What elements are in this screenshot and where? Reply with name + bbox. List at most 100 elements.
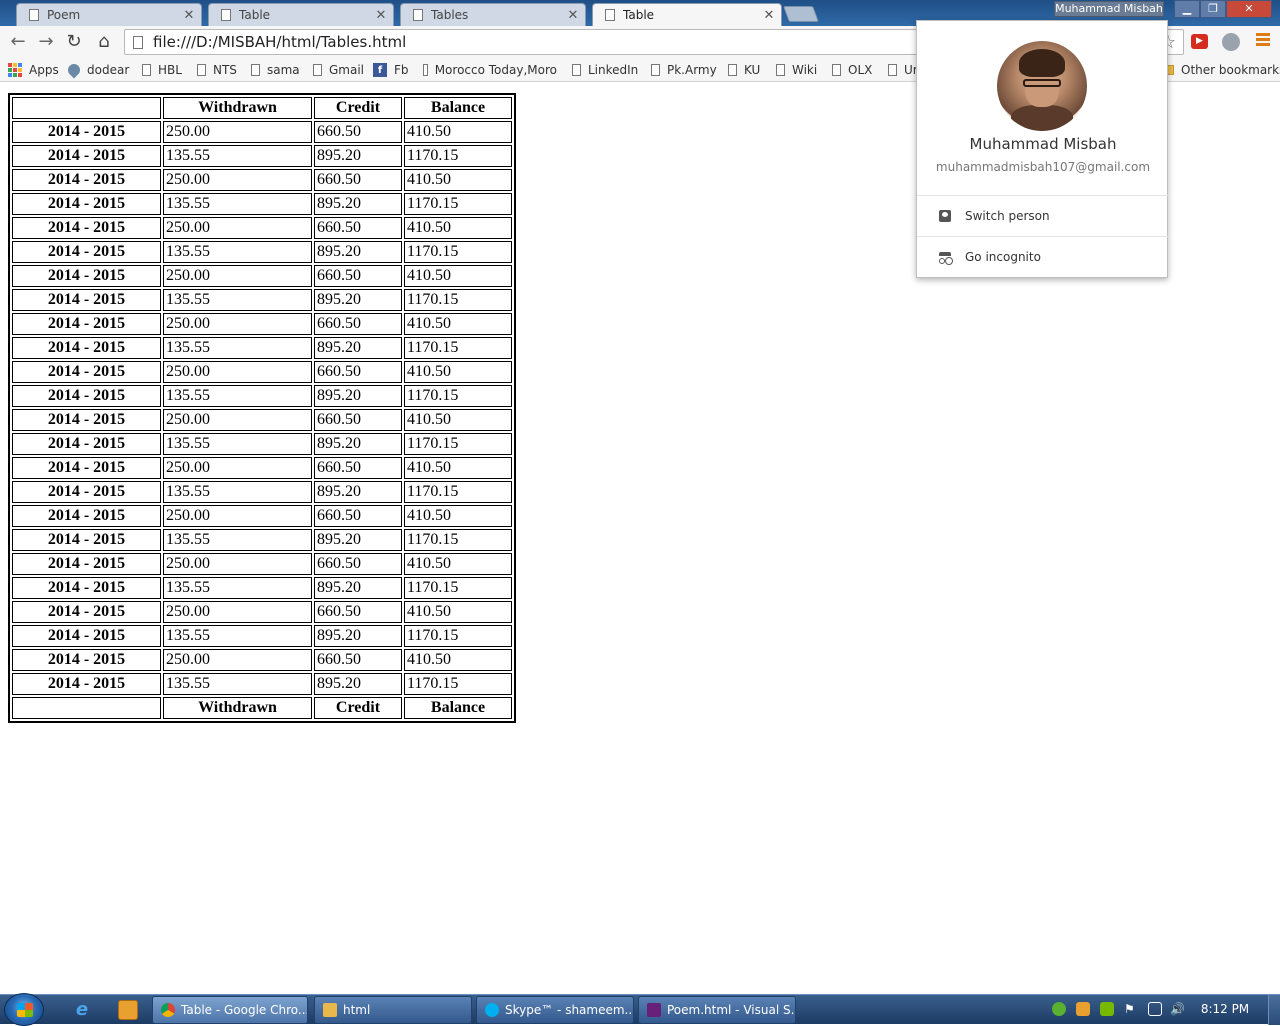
- taskbar-item-visual-studio[interactable]: Poem.html - Visual S...: [638, 996, 796, 1024]
- internet-explorer-icon[interactable]: e: [72, 1000, 92, 1020]
- bookmark-hbl[interactable]: HBL: [142, 62, 182, 78]
- bookmark-wiki[interactable]: Wiki: [776, 62, 817, 78]
- value-cell: 660.50: [314, 169, 402, 191]
- bookmark-label: HBL: [158, 63, 182, 77]
- tab-table[interactable]: Table ✕: [208, 3, 394, 26]
- bookmark-label: Other bookmarks: [1181, 63, 1280, 77]
- close-icon[interactable]: ✕: [181, 8, 197, 23]
- taskbar-item-skype[interactable]: Skype™ - shameem....: [476, 996, 634, 1024]
- switch-person-item[interactable]: Switch person: [917, 196, 1169, 236]
- taskbar-item-chrome[interactable]: Table - Google Chro...: [152, 996, 308, 1024]
- other-bookmarks[interactable]: Other bookmarks: [1162, 62, 1280, 78]
- page-icon: [413, 9, 423, 21]
- page-icon: [423, 64, 428, 76]
- tray-nvidia-icon[interactable]: [1100, 1002, 1114, 1016]
- value-cell: 660.50: [314, 601, 402, 623]
- start-button[interactable]: [4, 993, 44, 1026]
- bookmark-sama[interactable]: sama: [251, 62, 300, 78]
- bookmark-dodear[interactable]: dodear: [65, 61, 130, 79]
- bookmark-olx[interactable]: OLX: [832, 62, 872, 78]
- value-cell: 1170.15: [404, 529, 512, 551]
- tab-label: Table: [623, 8, 655, 22]
- bookmark-ur[interactable]: Ur: [888, 62, 918, 78]
- bookmark-morocco[interactable]: Morocco Today,Moro: [423, 62, 557, 78]
- media-player-icon[interactable]: [118, 1000, 138, 1020]
- period-cell: 2014 - 2015: [12, 625, 161, 647]
- profile-menu: Muhammad Misbah muhammadmisbah107@gmail.…: [916, 20, 1169, 278]
- table-row: 2014 - 2015 250.00 660.50 410.50: [12, 361, 512, 383]
- table-header: Balance: [404, 97, 512, 119]
- tray-volume-icon[interactable]: 🔊: [1170, 1002, 1185, 1016]
- close-icon[interactable]: ✕: [373, 8, 389, 23]
- tab-poem[interactable]: Poem ✕: [16, 3, 202, 26]
- system-clock[interactable]: 8:12 PM: [1192, 1002, 1258, 1016]
- tray-flag-icon[interactable]: ⚑: [1124, 1002, 1138, 1016]
- new-tab-button[interactable]: [783, 6, 819, 22]
- value-cell: 1170.15: [404, 625, 512, 647]
- youtube-extension-icon[interactable]: ▶: [1191, 34, 1208, 49]
- value-cell: 410.50: [404, 553, 512, 575]
- value-cell: 410.50: [404, 457, 512, 479]
- page-icon: [313, 64, 322, 76]
- value-cell: 250.00: [163, 457, 312, 479]
- bookmark-apps[interactable]: Apps: [8, 62, 59, 78]
- close-window-button[interactable]: ✕: [1226, 0, 1272, 18]
- close-icon[interactable]: ✕: [565, 8, 581, 23]
- tab-table-active[interactable]: Table ✕: [592, 3, 782, 26]
- value-cell: 1170.15: [404, 337, 512, 359]
- page-icon: [29, 9, 39, 21]
- period-cell: 2014 - 2015: [12, 121, 161, 143]
- value-cell: 250.00: [163, 313, 312, 335]
- table-row: 2014 - 2015 135.55 895.20 1170.15: [12, 385, 512, 407]
- bookmark-nts[interactable]: NTS: [197, 62, 237, 78]
- bookmark-pkarmy[interactable]: Pk.Army: [651, 62, 717, 78]
- show-desktop-button[interactable]: [1268, 995, 1280, 1025]
- taskbar-item-label: Skype™ - shameem....: [505, 1003, 634, 1017]
- page-icon: [221, 9, 231, 21]
- value-cell: 660.50: [314, 457, 402, 479]
- profile-name: Muhammad Misbah: [969, 135, 1117, 153]
- value-cell: 410.50: [404, 121, 512, 143]
- value-cell: 410.50: [404, 409, 512, 431]
- close-icon[interactable]: ✕: [761, 8, 777, 23]
- tray-security-icon[interactable]: [1076, 1002, 1090, 1016]
- table-header: Credit: [314, 97, 402, 119]
- tray-network-icon[interactable]: [1148, 1002, 1162, 1016]
- table-row: 2014 - 2015 250.00 660.50 410.50: [12, 313, 512, 335]
- table-header-row: Withdrawn Credit Balance: [12, 97, 512, 119]
- period-cell: 2014 - 2015: [12, 193, 161, 215]
- period-cell: 2014 - 2015: [12, 673, 161, 695]
- page-icon: [572, 64, 581, 76]
- period-cell: 2014 - 2015: [12, 241, 161, 263]
- bookmark-label: dodear: [87, 63, 130, 77]
- table-row: 2014 - 2015 250.00 660.50 410.50: [12, 649, 512, 671]
- bookmark-ku[interactable]: KU: [728, 62, 760, 78]
- forward-button[interactable]: →: [34, 30, 58, 54]
- profile-button[interactable]: Muhammad Misbah: [1054, 1, 1164, 17]
- tray-app-icon[interactable]: [1052, 1002, 1066, 1016]
- restore-button[interactable]: ❐: [1200, 0, 1226, 18]
- table-row: 2014 - 2015 135.55 895.20 1170.15: [12, 193, 512, 215]
- bookmark-label: KU: [744, 63, 761, 77]
- value-cell: 410.50: [404, 649, 512, 671]
- extension-icon[interactable]: [1222, 33, 1240, 51]
- home-button[interactable]: ⌂: [92, 30, 116, 54]
- value-cell: 1170.15: [404, 241, 512, 263]
- bookmark-label: Pk.Army: [667, 63, 717, 77]
- bookmark-linkedin[interactable]: LinkedIn: [572, 62, 638, 78]
- bookmark-gmail[interactable]: Gmail: [313, 62, 364, 78]
- go-incognito-item[interactable]: Go incognito: [917, 237, 1169, 277]
- table-footer: [12, 697, 161, 719]
- bookmark-fb[interactable]: f Fb: [373, 62, 409, 78]
- reload-button[interactable]: ↻: [62, 30, 86, 54]
- page-icon: [197, 64, 206, 76]
- tab-tables[interactable]: Tables ✕: [400, 3, 586, 26]
- minimize-button[interactable]: ▁: [1174, 0, 1200, 18]
- back-button[interactable]: ←: [6, 30, 30, 54]
- url-input[interactable]: [153, 33, 853, 51]
- taskbar-item-folder[interactable]: html: [314, 996, 472, 1024]
- value-cell: 135.55: [163, 529, 312, 551]
- menu-icon[interactable]: [1256, 33, 1270, 49]
- page-icon: [133, 35, 143, 49]
- page-icon: [142, 64, 151, 76]
